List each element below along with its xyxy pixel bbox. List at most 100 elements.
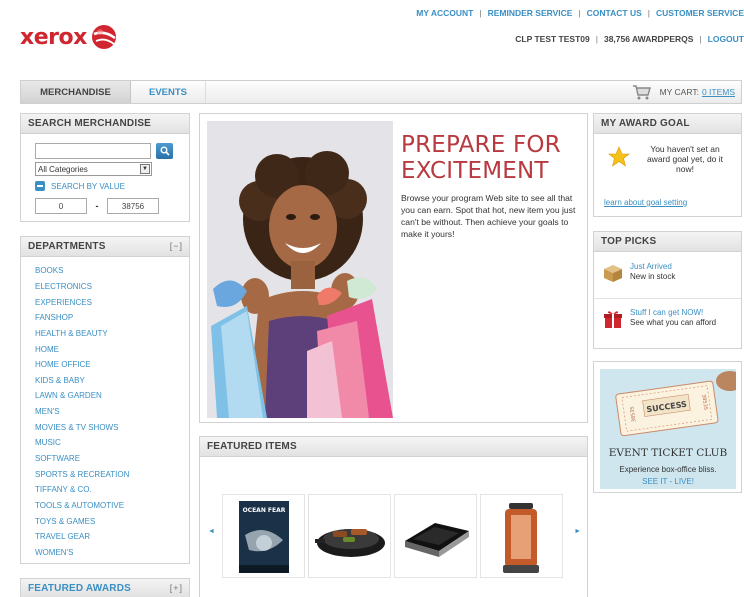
hero-title-line1: PREPARE FOR bbox=[401, 132, 561, 158]
department-item[interactable]: ELECTRONICS bbox=[35, 279, 189, 295]
pick-subtitle: See what you can afford bbox=[630, 318, 717, 327]
min-value-field[interactable]: 0 bbox=[35, 198, 87, 214]
dvd-title-text: OCEAN FEAR bbox=[243, 507, 286, 514]
collapse-toggle[interactable]: [−] bbox=[170, 241, 183, 251]
chevron-down-icon: ▼ bbox=[140, 164, 150, 174]
department-item[interactable]: TOYS & GAMES bbox=[35, 513, 189, 529]
award-goal-message: You haven't set an award goal yet, do it… bbox=[646, 144, 724, 174]
contact-us-link[interactable]: CONTACT US bbox=[587, 8, 642, 18]
xerox-logo[interactable]: xerox bbox=[20, 24, 117, 50]
tab-merchandise[interactable]: MERCHANDISE bbox=[21, 81, 131, 103]
user-info: CLP TEST TEST09 | 38,756 AWARDPERQS | LO… bbox=[515, 34, 744, 44]
featured-item-dvd[interactable]: OCEAN FEAR bbox=[222, 494, 305, 578]
department-item[interactable]: MOVIES & TV SHOWS bbox=[35, 419, 189, 435]
pick-link[interactable]: Stuff I can get NOW! bbox=[630, 308, 716, 318]
top-links: MY ACCOUNT | REMINDER SERVICE | CONTACT … bbox=[416, 8, 744, 18]
category-select[interactable]: All Categories ▼ bbox=[35, 162, 152, 176]
main-nav: MERCHANDISE EVENTS MY CART: 0 ITEMS bbox=[20, 80, 742, 104]
event-club-subtitle: Experience box-office bliss. bbox=[619, 465, 717, 474]
electric-grill-image bbox=[315, 529, 385, 557]
reminder-service-link[interactable]: REMINDER SERVICE bbox=[488, 8, 573, 18]
department-item[interactable]: MEN'S bbox=[35, 404, 189, 420]
carousel-next-arrow-icon[interactable]: ► bbox=[574, 528, 581, 535]
divider bbox=[594, 298, 741, 299]
panel-title: TOP PICKS bbox=[594, 232, 741, 252]
shopping-woman-illustration bbox=[207, 121, 393, 418]
goal-setting-link[interactable]: learn about goal setting bbox=[604, 198, 687, 207]
collapse-icon bbox=[35, 181, 45, 191]
user-name: CLP TEST TEST09 bbox=[515, 34, 590, 44]
cart-summary[interactable]: MY CART: 0 ITEMS bbox=[632, 84, 735, 100]
award-goal-panel: MY AWARD GOAL You haven't set an award g… bbox=[593, 113, 742, 217]
pick-subtitle: New in stock bbox=[630, 272, 676, 281]
department-item[interactable]: TRAVEL GEAR bbox=[35, 529, 189, 545]
featured-item-lantern[interactable] bbox=[480, 494, 563, 578]
divider: | bbox=[578, 8, 581, 18]
points-balance: 38,756 AWARDPERQS bbox=[603, 34, 694, 44]
featured-item-grill[interactable] bbox=[308, 494, 391, 578]
event-club-title: EVENT TICKET CLUB bbox=[608, 447, 728, 459]
department-item[interactable]: WOMEN'S bbox=[35, 545, 189, 561]
department-item[interactable]: TIFFANY & CO. bbox=[35, 482, 189, 498]
expand-toggle[interactable]: [+] bbox=[170, 583, 183, 593]
search-icon bbox=[160, 146, 170, 156]
department-item[interactable]: HOME OFFICE bbox=[35, 357, 189, 373]
department-item[interactable]: HOME bbox=[35, 341, 189, 357]
panini-press-image bbox=[405, 523, 469, 557]
my-account-link[interactable]: MY ACCOUNT bbox=[416, 8, 473, 18]
search-by-value-toggle[interactable]: SEARCH BY VALUE bbox=[35, 181, 125, 191]
department-item[interactable]: HEALTH & BEAUTY bbox=[35, 326, 189, 342]
box-icon bbox=[604, 265, 622, 282]
ticket-image: SUCCESS 38535 38535 bbox=[600, 369, 736, 445]
hero-image bbox=[207, 121, 393, 418]
top-pick-just-arrived[interactable]: Just Arrived New in stock bbox=[602, 262, 728, 284]
divider: | bbox=[595, 34, 598, 44]
department-item[interactable]: EXPERIENCES bbox=[35, 294, 189, 310]
customer-service-link[interactable]: CUSTOMER SERVICE bbox=[656, 8, 744, 18]
panel-title: FEATURED AWARDS bbox=[21, 579, 189, 597]
dvd-cover-image: OCEAN FEAR bbox=[239, 501, 289, 573]
department-item[interactable]: SPORTS & RECREATION bbox=[35, 466, 189, 482]
featured-awards-panel: FEATURED AWARDS [+] bbox=[20, 578, 190, 597]
range-separator: - bbox=[95, 201, 99, 211]
cart-icon bbox=[632, 85, 651, 100]
panel-title: FEATURED ITEMS bbox=[200, 437, 587, 457]
divider: | bbox=[479, 8, 482, 18]
panel-title: DEPARTMENTS bbox=[21, 237, 189, 257]
gift-icon bbox=[604, 311, 622, 328]
panel-title: SEARCH MERCHANDISE bbox=[21, 114, 189, 134]
department-item[interactable]: LAWN & GARDEN bbox=[35, 388, 189, 404]
hero-banner: PREPARE FOR EXCITEMENT Browse your progr… bbox=[199, 113, 588, 423]
logout-link[interactable]: LOGOUT bbox=[708, 34, 744, 44]
search-input[interactable] bbox=[35, 143, 151, 159]
panel-title: MY AWARD GOAL bbox=[594, 114, 741, 134]
lantern-image bbox=[503, 503, 539, 573]
search-by-value-label: SEARCH BY VALUE bbox=[51, 181, 125, 191]
max-value-field[interactable]: 38756 bbox=[107, 198, 159, 214]
logo-text: xerox bbox=[20, 24, 87, 50]
see-it-live-link[interactable]: SEE IT - LIVE! bbox=[600, 477, 736, 486]
ticket-banner: SUCCESS 38535 38535 EVENT TICKET CLUB Ex… bbox=[600, 369, 736, 489]
department-item[interactable]: TOOLS & AUTOMOTIVE bbox=[35, 498, 189, 514]
cart-items-link[interactable]: 0 ITEMS bbox=[702, 87, 735, 97]
top-picks-panel: TOP PICKS Just Arrived New in stock Stuf… bbox=[593, 231, 742, 349]
department-item[interactable]: KIDS & BABY bbox=[35, 372, 189, 388]
search-button[interactable] bbox=[156, 143, 173, 159]
divider: | bbox=[647, 8, 650, 18]
carousel-prev-arrow-icon[interactable]: ◄ bbox=[208, 528, 215, 535]
department-item[interactable]: BOOKS bbox=[35, 263, 189, 279]
search-panel: SEARCH MERCHANDISE All Categories ▼ SEAR… bbox=[20, 113, 190, 222]
department-list: BOOKS ELECTRONICS EXPERIENCES FANSHOP HE… bbox=[21, 257, 189, 560]
departments-panel: DEPARTMENTS [−] BOOKS ELECTRONICS EXPERI… bbox=[20, 236, 190, 564]
hero-copy: PREPARE FOR EXCITEMENT Browse your progr… bbox=[401, 132, 579, 240]
pick-link[interactable]: Just Arrived bbox=[630, 262, 675, 272]
cart-label: MY CART: bbox=[659, 87, 699, 97]
featured-item-panini-press[interactable] bbox=[394, 494, 477, 578]
top-pick-affordable[interactable]: Stuff I can get NOW! See what you can af… bbox=[602, 308, 728, 330]
department-item[interactable]: SOFTWARE bbox=[35, 451, 189, 467]
event-ticket-club-promo[interactable]: SUCCESS 38535 38535 EVENT TICKET CLUB Ex… bbox=[593, 361, 742, 493]
star-icon bbox=[608, 146, 630, 167]
department-item[interactable]: MUSIC bbox=[35, 435, 189, 451]
department-item[interactable]: FANSHOP bbox=[35, 310, 189, 326]
tab-events[interactable]: EVENTS bbox=[131, 81, 206, 103]
